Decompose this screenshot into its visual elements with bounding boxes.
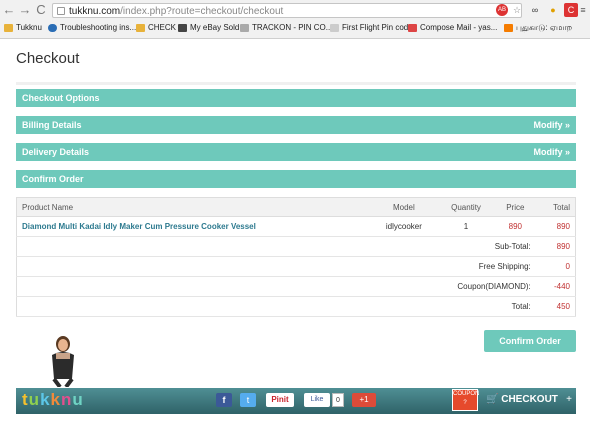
glasses-icon[interactable]: ∞ [528,3,542,17]
bookmark-ebay[interactable]: My eBay Sold [178,20,239,36]
bookmarks-bar: Tukknu Troubleshooting ins... CHECK My e… [0,20,590,36]
coupon-badge[interactable]: COUPON? [452,389,479,411]
product-model: idlycooker [370,216,438,237]
shipping-row: Free Shipping: 0 [16,256,576,277]
twitter-icon[interactable]: t [240,393,256,407]
bookmark-check[interactable]: CHECK [136,20,176,36]
total-label: Total: [16,296,536,317]
adblock-icon[interactable]: AB [496,4,508,16]
divider [16,82,576,85]
extension-c-icon[interactable]: C [564,3,578,17]
total-row: Total: 450 [16,296,576,317]
table-header: Product Name Model Quantity Price Total [16,197,576,217]
bookmark-tukknu[interactable]: Tukknu [4,20,42,36]
subtotal-row: Sub-Total: 890 [16,236,576,257]
panel-billing-details[interactable]: Billing Details Modify » [16,116,576,134]
total-value: 450 [535,296,576,317]
plus-icon[interactable]: + [566,393,572,407]
bookmark-trackon[interactable]: TRACKON - PIN CO... [240,20,332,36]
bookmark-blog[interactable]: புதுகாடு: ஏமாற [504,20,572,36]
facebook-like-button[interactable]: Like [304,393,330,407]
col-quantity: Quantity [437,197,495,217]
back-icon[interactable]: ← [2,2,16,18]
google-plus-button[interactable]: +1 [352,393,376,407]
share-toolbar: tukknu f t Pinit Like 0 +1 COUPON? 🛒 CHE… [16,388,576,414]
coupon-label: Coupon(DIAMOND): [16,276,536,297]
subtotal-label: Sub-Total: [16,236,536,257]
product-name-link[interactable]: Diamond Multi Kadai Idly Maker Cum Press… [16,216,371,237]
confirm-order-button[interactable]: Confirm Order [484,330,576,352]
modify-billing-link[interactable]: Modify » [533,116,570,134]
coupon-value: -440 [535,276,576,297]
star-icon[interactable]: ☆ [510,3,524,17]
page-title: Checkout [16,50,80,67]
shipping-value: 0 [535,256,576,277]
modify-delivery-link[interactable]: Modify » [533,143,570,161]
product-total: 890 [535,216,576,237]
product-quantity: 1 [437,216,495,237]
facebook-icon[interactable]: f [216,393,232,407]
col-total: Total [535,197,576,217]
forward-icon[interactable]: → [18,2,32,18]
panel-delivery-details[interactable]: Delivery Details Modify » [16,143,576,161]
order-table: Product Name Model Quantity Price Total … [16,197,576,317]
pinit-button[interactable]: Pinit [266,393,294,407]
panel-confirm-order: Confirm Order [16,170,576,188]
coupon-row: Coupon(DIAMOND): -440 [16,276,576,297]
browser-chrome: ← → C tukknu.com/index.php?route=checkou… [0,0,590,39]
checkout-page: Checkout Checkout Options Billing Detail… [16,40,576,352]
address-bar[interactable]: tukknu.com/index.php?route=checkout/chec… [52,3,522,18]
col-product: Product Name [16,197,371,217]
bulb-icon[interactable]: ● [546,3,560,17]
checkout-link[interactable]: 🛒 CHECKOUT [486,393,558,407]
bookmark-gmail[interactable]: Compose Mail - yas... [408,20,497,36]
page-icon [57,7,65,15]
bookmark-firstflight[interactable]: First Flight Pin code [330,20,413,36]
shipping-label: Free Shipping: [16,256,536,277]
menu-icon[interactable]: ≡ [578,3,588,17]
col-price: Price [494,197,536,217]
panel-checkout-options[interactable]: Checkout Options [16,89,576,107]
cart-icon: 🛒 [486,394,499,405]
table-row: Diamond Multi Kadai Idly Maker Cum Press… [16,216,576,237]
mascot-figure [52,336,74,387]
product-price: 890 [494,216,536,237]
col-model: Model [370,197,438,217]
reload-icon[interactable]: C [34,2,48,18]
tukknu-logo[interactable]: tukknu [22,390,84,410]
bookmark-troubleshooting[interactable]: Troubleshooting ins... [48,20,136,36]
like-count: 0 [332,393,344,407]
subtotal-value: 890 [535,236,576,257]
